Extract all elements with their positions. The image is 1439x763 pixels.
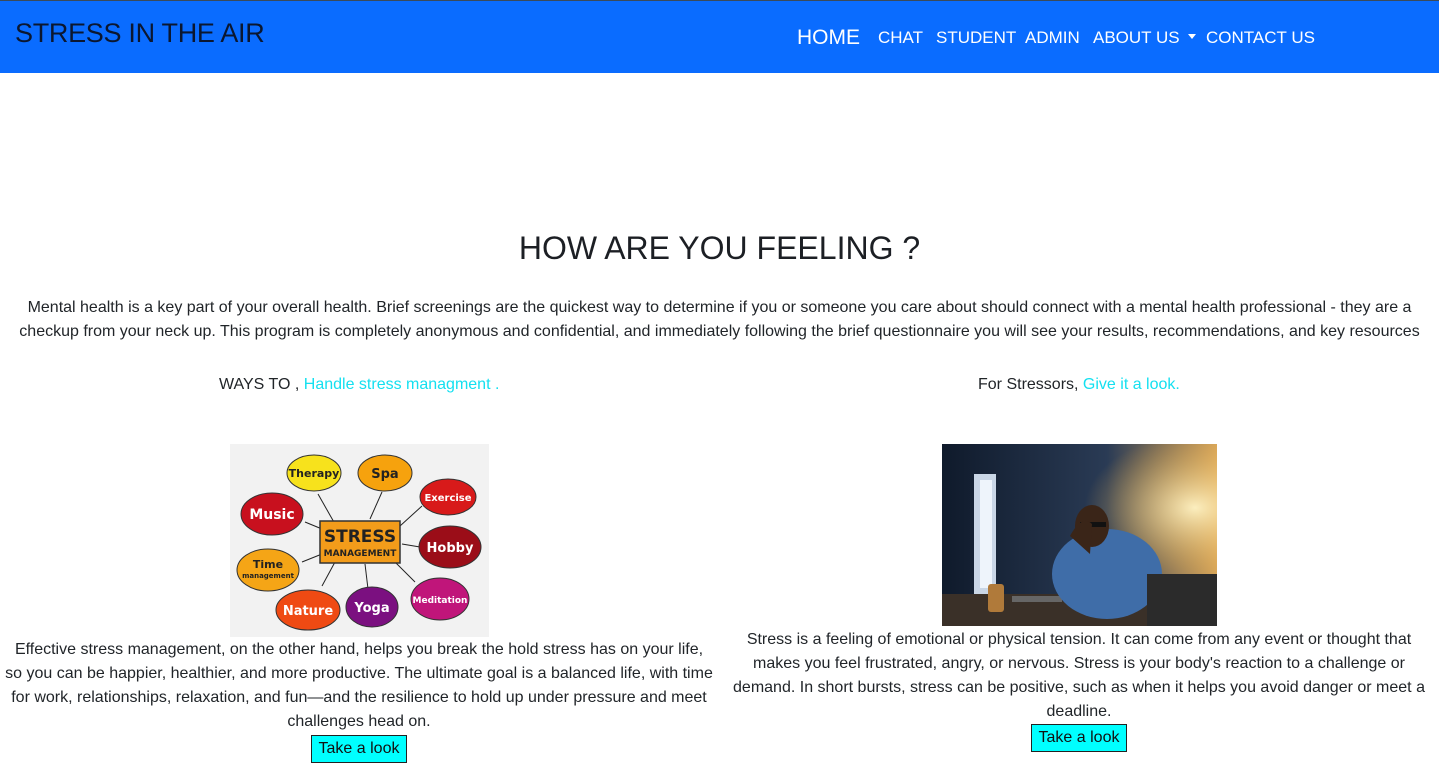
page-heading: HOW ARE YOU FEELING ? bbox=[518, 230, 921, 266]
bubble-yoga: Yoga bbox=[353, 601, 389, 616]
mindmap-center-title: STRESS bbox=[324, 527, 396, 547]
nav-chat[interactable]: CHAT bbox=[878, 28, 923, 48]
nav-about-us-dropdown[interactable]: ABOUT US bbox=[1093, 28, 1196, 48]
nav-about-us-label: ABOUT US bbox=[1093, 28, 1180, 47]
stress-definition-text: Stress is a feeling of emotional or phys… bbox=[733, 631, 1425, 720]
bubble-nature: Nature bbox=[283, 604, 334, 619]
take-a-look-button-right[interactable]: Take a look bbox=[1031, 724, 1127, 752]
bubble-hobby: Hobby bbox=[427, 541, 474, 556]
ways-to-prefix: WAYS TO , bbox=[219, 376, 300, 393]
stressors-prefix: For Stressors, bbox=[978, 376, 1079, 393]
bubble-therapy: Therapy bbox=[289, 467, 340, 480]
bubble-spa: Spa bbox=[371, 467, 398, 482]
top-navbar: STRESS IN THE AIR HOME CHAT STUDENT ADMI… bbox=[0, 0, 1439, 73]
stress-mindmap-graphic: STRESS MANAGEMENT Therapy Spa Exercise M… bbox=[230, 444, 489, 637]
give-it-a-look-link[interactable]: Give it a look. bbox=[1083, 376, 1180, 393]
stressed-man-photo bbox=[942, 444, 1217, 626]
stressors-line: For Stressors, Give it a look. bbox=[978, 375, 1180, 395]
bubble-exercise: Exercise bbox=[424, 493, 471, 504]
take-a-look-button-left[interactable]: Take a look bbox=[311, 735, 407, 763]
caret-down-icon bbox=[1187, 34, 1196, 40]
bubble-meditation: Meditation bbox=[413, 596, 468, 606]
nav-home[interactable]: HOME bbox=[797, 26, 860, 50]
stress-management-text: Effective stress management, on the othe… bbox=[5, 641, 713, 730]
bubble-time: Time bbox=[253, 558, 283, 571]
ways-to-line: WAYS TO , Handle stress managment . bbox=[219, 375, 499, 395]
bubble-music: Music bbox=[249, 507, 294, 523]
intro-line-1: Mental health is a key part of your over… bbox=[27, 299, 1412, 316]
nav-admin[interactable]: ADMIN bbox=[1025, 28, 1080, 48]
nav-contact-us[interactable]: CONTACT US bbox=[1206, 28, 1315, 48]
brand-title[interactable]: STRESS IN THE AIR bbox=[15, 18, 265, 49]
bubble-time-management: management bbox=[242, 572, 295, 580]
handle-stress-link[interactable]: Handle stress managment . bbox=[304, 376, 500, 393]
nav-student[interactable]: STUDENT bbox=[936, 28, 1016, 48]
intro-paragraph: Mental health is a key part of your over… bbox=[0, 296, 1439, 344]
intro-line-2: checkup from your neck up. This program … bbox=[19, 323, 1420, 340]
mindmap-center-subtitle: MANAGEMENT bbox=[324, 549, 398, 559]
stressed-man-illustration bbox=[942, 444, 1217, 626]
stress-management-image: STRESS MANAGEMENT Therapy Spa Exercise M… bbox=[230, 444, 489, 637]
